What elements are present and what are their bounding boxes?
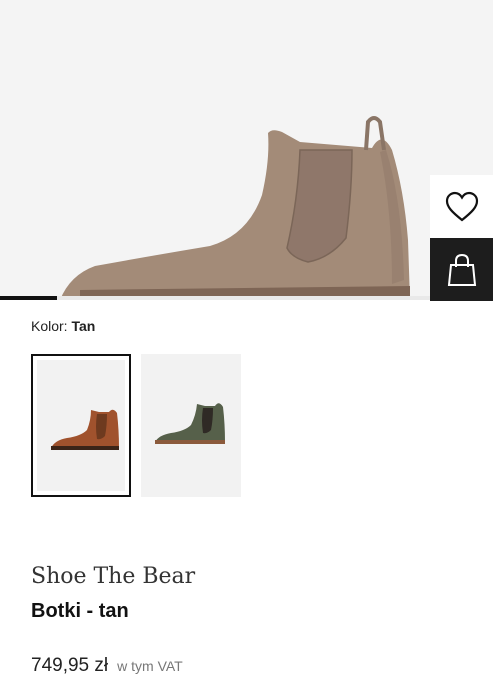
heart-icon xyxy=(445,191,478,221)
color-label: Kolor: xyxy=(31,318,68,334)
color-selector-label: Kolor: Tan xyxy=(31,318,95,334)
gallery-progress-bar xyxy=(0,296,493,300)
vat-note: w tym VAT xyxy=(117,658,183,674)
brand-name[interactable]: Shoe The Bear xyxy=(31,564,195,589)
chelsea-boot-image xyxy=(60,116,410,300)
shopping-bag-icon xyxy=(447,253,476,286)
product-hero-image[interactable] xyxy=(0,0,493,300)
add-to-bag-button[interactable] xyxy=(430,238,493,301)
price: 749,95 zł xyxy=(31,655,109,676)
wishlist-button[interactable] xyxy=(430,175,493,238)
color-variant-olive[interactable] xyxy=(141,354,241,497)
color-value: Tan xyxy=(71,318,96,334)
product-title: Botki - tan xyxy=(31,600,129,622)
gallery-progress-fill xyxy=(0,296,57,300)
chelsea-boot-icon xyxy=(51,409,119,450)
price-block: 749,95 zł w tym VAT xyxy=(31,655,183,677)
chelsea-boot-icon xyxy=(155,403,225,444)
color-variant-tan[interactable] xyxy=(31,354,131,497)
